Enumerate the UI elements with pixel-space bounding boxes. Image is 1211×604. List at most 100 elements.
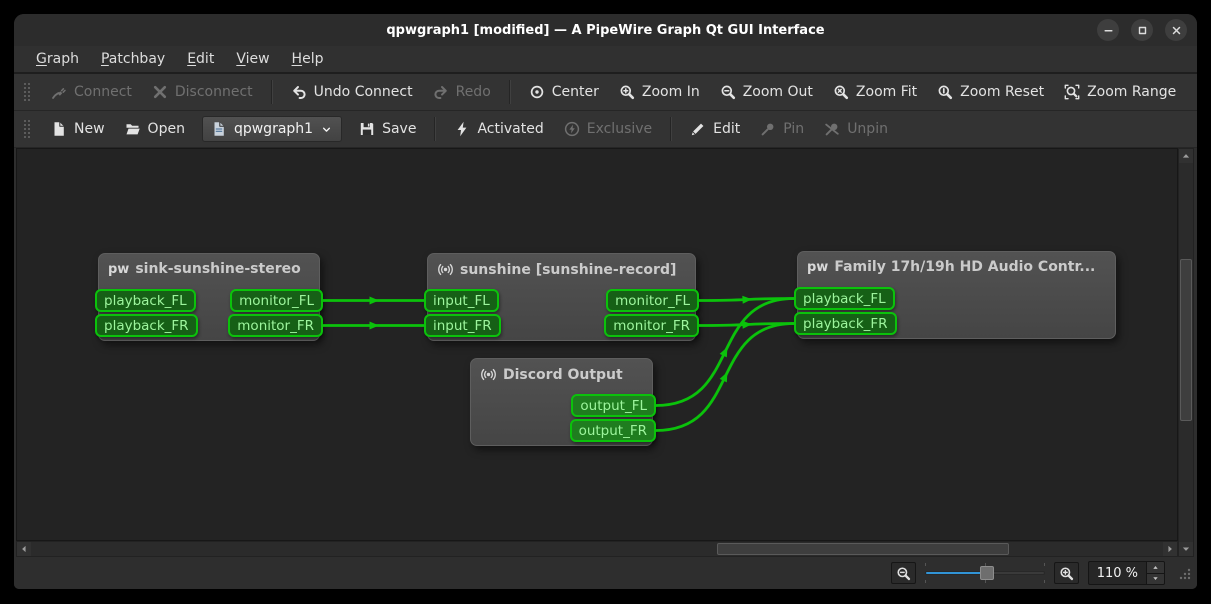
node-ports: input_FLmonitor_FLinput_FRmonitor_FR [428, 289, 695, 337]
zoom-out-button[interactable] [891, 562, 916, 584]
menu-view[interactable]: View [226, 48, 279, 70]
toolbar-button-label: Redo [456, 84, 491, 100]
node-sink-sunshine-stereo[interactable]: pwsink-sunshine-stereoplayback_FLmonitor… [98, 253, 320, 341]
node-title-bar: pwFamily 17h/19h HD Audio Contr... [798, 252, 1115, 275]
undo-connect-button[interactable]: Undo Connect [282, 79, 422, 105]
toolbar-button-label: Disconnect [175, 84, 253, 100]
new-button[interactable]: New [42, 116, 114, 142]
horizontal-scrollbar[interactable] [16, 541, 1178, 557]
disconnect-icon [152, 84, 168, 100]
node-title-bar: sunshine [sunshine-record] [428, 254, 695, 278]
port-monitor-fr[interactable]: monitor_FR [604, 314, 699, 337]
zoom-out-button[interactable]: Zoom Out [711, 79, 822, 105]
node-sunshine-sunshine-record[interactable]: sunshine [sunshine-record]input_FLmonito… [427, 253, 696, 341]
scroll-left-button[interactable] [17, 542, 31, 556]
port-monitor-fr[interactable]: monitor_FR [228, 314, 323, 337]
horizontal-scroll-track[interactable] [31, 542, 1163, 556]
node-family-17h-19h-hd-audio-contr[interactable]: pwFamily 17h/19h HD Audio Contr... playba… [797, 251, 1116, 339]
port-row: playback_FR [798, 312, 1115, 335]
minimize-button[interactable] [1097, 19, 1119, 41]
spin-arrows [1146, 562, 1164, 584]
port-row: output_FL [471, 394, 652, 417]
patchbay-selector[interactable]: qpwgraph1 [202, 116, 342, 142]
toolbar-button-label: Connect [74, 84, 132, 100]
close-button[interactable] [1165, 19, 1187, 41]
broadcast-icon [437, 261, 454, 278]
save-icon [359, 121, 375, 137]
resize-grip-icon [1176, 565, 1192, 581]
open-button[interactable]: Open [116, 116, 194, 142]
redo-button: Redo [424, 79, 500, 105]
patchbay-file-icon [211, 121, 227, 137]
spin-up-icon [1151, 564, 1160, 571]
edit-button[interactable]: Edit [681, 116, 749, 142]
scroll-up-button[interactable] [1179, 149, 1193, 163]
vertical-scroll-thumb[interactable] [1180, 259, 1192, 421]
port-playback-fr[interactable]: playback_FR [95, 314, 198, 337]
activated-icon [454, 121, 470, 137]
menu-help[interactable]: Help [282, 48, 334, 70]
zoom-slider[interactable] [925, 563, 1045, 583]
pipewire-icon: pw [807, 261, 828, 274]
arrow-up-icon [1181, 151, 1191, 161]
graph-canvas[interactable]: pwsink-sunshine-stereoplayback_FLmonitor… [16, 148, 1178, 541]
window-controls [1097, 19, 1187, 41]
toolbar-drag-handle[interactable] [23, 81, 32, 103]
save-button[interactable]: Save [350, 116, 425, 142]
menu-patchbay[interactable]: Patchbay [91, 48, 175, 70]
zoom-fit-button[interactable]: Zoom Fit [824, 79, 926, 105]
toolbar-file: NewOpenqpwgraph1SaveActivatedExclusiveEd… [14, 111, 1197, 148]
node-discord-output[interactable]: Discord Outputoutput_FLoutput_FR [470, 358, 653, 446]
vertical-scrollbar[interactable] [1178, 148, 1194, 557]
redo-icon [433, 84, 449, 100]
toolbar-drag-handle[interactable] [23, 118, 32, 140]
zoom-reset-button[interactable]: Zoom Reset [928, 79, 1053, 105]
toolbar-button-label: Unpin [847, 121, 888, 137]
zoom-range-button[interactable]: Zoom Range [1055, 79, 1185, 105]
zoom-reset-icon [937, 84, 953, 100]
slider-handle[interactable] [980, 566, 994, 580]
slider-tick [1044, 563, 1045, 566]
connect-button: Connect [42, 79, 141, 105]
titlebar[interactable]: qpwgraph1 [modified] — A PipeWire Graph … [14, 14, 1197, 46]
port-monitor-fl[interactable]: monitor_FL [230, 289, 323, 312]
connection-arrow [720, 347, 728, 357]
port-row: input_FRmonitor_FR [428, 314, 695, 337]
scroll-right-button[interactable] [1163, 542, 1177, 556]
port-output-fl[interactable]: output_FL [571, 394, 656, 417]
toolbar-separator [509, 80, 511, 104]
toolbar-separator [670, 117, 672, 141]
activated-button[interactable]: Activated [445, 116, 552, 142]
unpin-icon [824, 121, 840, 137]
pin-icon [760, 121, 776, 137]
toolbar-separator [434, 117, 436, 141]
zoom-in-button[interactable] [1054, 562, 1079, 584]
resize-grip[interactable] [1176, 565, 1192, 585]
port-playback-fr[interactable]: playback_FR [794, 312, 897, 335]
menu-edit[interactable]: Edit [177, 48, 224, 70]
toolbar-button-label: Pin [783, 121, 804, 137]
center-button[interactable]: Center [520, 79, 608, 105]
port-playback-fl[interactable]: playback_FL [794, 287, 895, 310]
slider-tick [1044, 580, 1045, 583]
app-window: qpwgraph1 [modified] — A PipeWire Graph … [14, 14, 1197, 589]
port-playback-fl[interactable]: playback_FL [95, 289, 196, 312]
spin-down-button[interactable] [1147, 573, 1164, 585]
scroll-down-button[interactable] [1179, 542, 1193, 556]
port-input-fl[interactable]: input_FL [424, 289, 499, 312]
maximize-button[interactable] [1131, 19, 1153, 41]
zoom-fit-icon [833, 84, 849, 100]
toolbar-button-label: Save [382, 121, 416, 137]
port-output-fr[interactable]: output_FR [570, 419, 656, 442]
zoom-spinbox[interactable]: 110 % [1088, 561, 1165, 585]
zoom-in-button[interactable]: Zoom In [610, 79, 709, 105]
port-input-fr[interactable]: input_FR [424, 314, 501, 337]
horizontal-scroll-thumb[interactable] [717, 543, 1009, 555]
connection-cable[interactable] [699, 299, 794, 301]
port-row: output_FR [471, 419, 652, 442]
connection-cable[interactable] [699, 324, 794, 326]
vertical-scroll-track[interactable] [1179, 163, 1193, 542]
menu-graph[interactable]: Graph [26, 48, 89, 70]
spin-up-button[interactable] [1147, 562, 1164, 573]
port-monitor-fl[interactable]: monitor_FL [606, 289, 699, 312]
